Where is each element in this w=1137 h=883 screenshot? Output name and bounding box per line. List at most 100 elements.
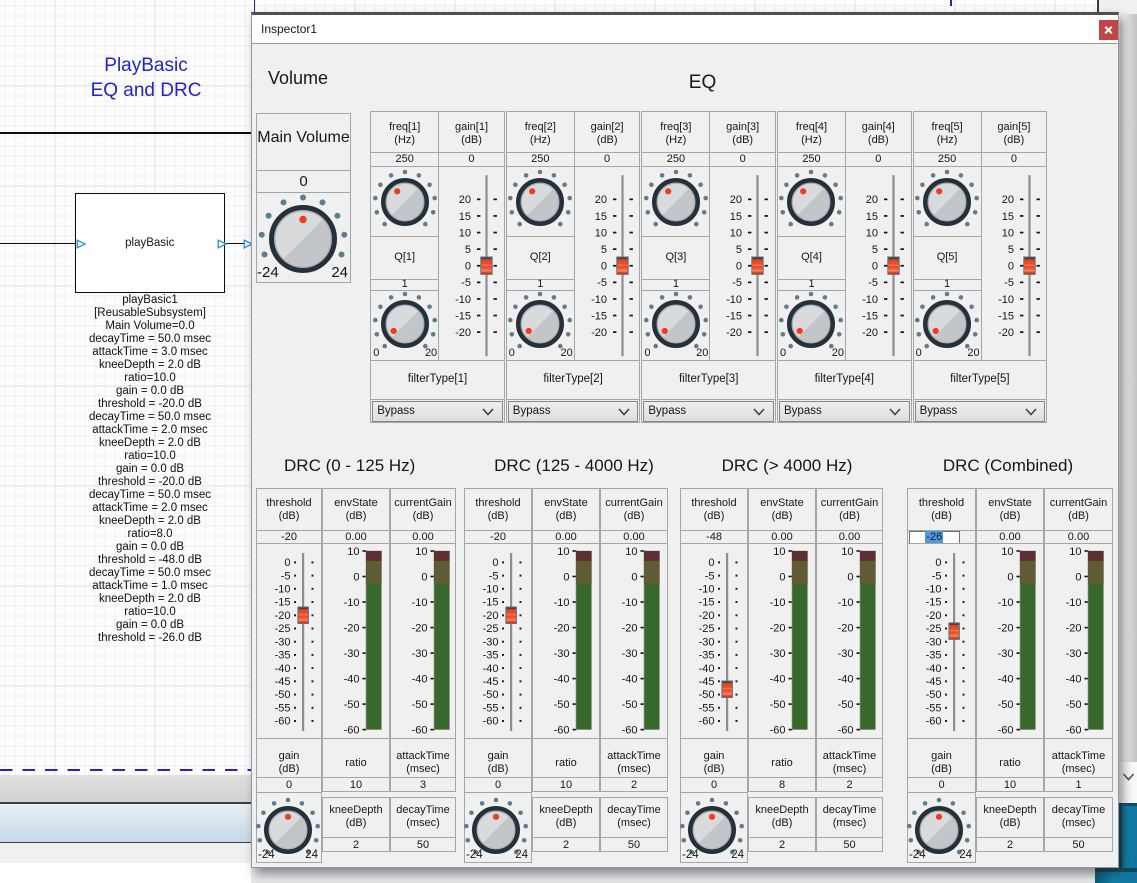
svg-text:-15: -15	[483, 597, 499, 609]
svg-text:-10: -10	[770, 597, 786, 609]
svg-text:-10: -10	[998, 293, 1014, 305]
svg-text:0: 0	[1075, 571, 1081, 583]
svg-text:-5: -5	[932, 570, 942, 582]
svg-text:-60: -60	[699, 716, 715, 728]
svg-text:0: 0	[847, 571, 853, 583]
svg-text:-20: -20	[699, 610, 715, 622]
svg-text:-50: -50	[1066, 699, 1082, 711]
svg-text:-40: -40	[998, 674, 1014, 686]
svg-text:0: 0	[631, 571, 637, 583]
svg-text:0: 0	[601, 260, 607, 272]
svg-text:-15: -15	[926, 597, 942, 609]
svg-text:15: 15	[730, 210, 742, 222]
svg-text:-10: -10	[838, 597, 854, 609]
svg-text:5: 5	[465, 244, 471, 256]
svg-text:0: 0	[353, 571, 359, 583]
svg-text:-10: -10	[862, 293, 878, 305]
svg-text:-30: -30	[998, 648, 1014, 660]
svg-text:15: 15	[1001, 210, 1013, 222]
svg-text:-30: -30	[699, 636, 715, 648]
svg-text:-30: -30	[483, 636, 499, 648]
svg-text:10: 10	[557, 546, 569, 558]
svg-text:-10: -10	[726, 293, 742, 305]
svg-text:-45: -45	[275, 676, 291, 688]
svg-text:-15: -15	[862, 310, 878, 322]
svg-text:-60: -60	[770, 725, 786, 737]
svg-text:-40: -40	[412, 674, 428, 686]
svg-text:-45: -45	[926, 676, 942, 688]
svg-text:15: 15	[459, 210, 471, 222]
svg-text:-50: -50	[770, 699, 786, 711]
svg-text:0: 0	[736, 260, 742, 272]
svg-text:-30: -30	[412, 648, 428, 660]
svg-text:0: 0	[708, 557, 714, 569]
svg-text:-50: -50	[926, 689, 942, 701]
svg-text:-10: -10	[344, 597, 360, 609]
svg-text:-30: -30	[344, 648, 360, 660]
svg-text:-20: -20	[275, 610, 291, 622]
svg-text:-20: -20	[926, 610, 942, 622]
svg-text:-25: -25	[275, 623, 291, 635]
svg-text:-55: -55	[275, 703, 291, 715]
svg-text:-10: -10	[926, 584, 942, 596]
svg-text:0: 0	[1007, 260, 1013, 272]
svg-text:-35: -35	[926, 650, 942, 662]
svg-text:-20: -20	[998, 327, 1014, 339]
svg-text:-10: -10	[998, 597, 1014, 609]
svg-text:15: 15	[595, 210, 607, 222]
svg-text:-30: -30	[838, 648, 854, 660]
svg-text:-40: -40	[838, 674, 854, 686]
svg-text:-60: -60	[998, 725, 1014, 737]
svg-text:-45: -45	[699, 676, 715, 688]
svg-text:20: 20	[1001, 194, 1013, 206]
svg-text:5: 5	[1007, 244, 1013, 256]
svg-text:0: 0	[872, 260, 878, 272]
svg-text:10: 10	[1069, 546, 1081, 558]
svg-text:20: 20	[866, 194, 878, 206]
svg-text:10: 10	[595, 227, 607, 239]
svg-text:-30: -30	[554, 648, 570, 660]
svg-text:-5: -5	[868, 277, 878, 289]
svg-text:-10: -10	[622, 597, 638, 609]
svg-text:-20: -20	[770, 623, 786, 635]
svg-text:-35: -35	[275, 650, 291, 662]
svg-text:-20: -20	[412, 623, 428, 635]
svg-text:-20: -20	[591, 327, 607, 339]
svg-text:-10: -10	[275, 584, 291, 596]
svg-text:-25: -25	[483, 623, 499, 635]
svg-text:0: 0	[284, 557, 290, 569]
svg-text:10: 10	[841, 546, 853, 558]
svg-text:10: 10	[866, 227, 878, 239]
svg-text:10: 10	[459, 227, 471, 239]
svg-text:-60: -60	[275, 716, 291, 728]
svg-text:-50: -50	[838, 699, 854, 711]
svg-text:-40: -40	[770, 674, 786, 686]
svg-text:-15: -15	[699, 597, 715, 609]
svg-text:-15: -15	[726, 310, 742, 322]
svg-text:-40: -40	[275, 663, 291, 675]
svg-text:10: 10	[625, 546, 637, 558]
svg-text:-50: -50	[483, 689, 499, 701]
svg-text:-50: -50	[554, 699, 570, 711]
svg-text:10: 10	[1001, 227, 1013, 239]
svg-text:-50: -50	[622, 699, 638, 711]
svg-text:-50: -50	[412, 699, 428, 711]
svg-text:-20: -20	[344, 623, 360, 635]
svg-text:-10: -10	[483, 584, 499, 596]
svg-text:-60: -60	[483, 716, 499, 728]
svg-text:-20: -20	[483, 610, 499, 622]
svg-text:10: 10	[415, 546, 427, 558]
svg-text:-5: -5	[489, 570, 499, 582]
svg-text:0: 0	[465, 260, 471, 272]
svg-text:-20: -20	[998, 623, 1014, 635]
svg-text:-10: -10	[1066, 597, 1082, 609]
svg-text:-20: -20	[838, 623, 854, 635]
svg-text:0: 0	[421, 571, 427, 583]
svg-text:-50: -50	[275, 689, 291, 701]
svg-text:-50: -50	[344, 699, 360, 711]
svg-text:0: 0	[935, 557, 941, 569]
svg-text:-20: -20	[862, 327, 878, 339]
svg-text:-10: -10	[591, 293, 607, 305]
svg-text:0: 0	[492, 557, 498, 569]
svg-text:-60: -60	[926, 716, 942, 728]
